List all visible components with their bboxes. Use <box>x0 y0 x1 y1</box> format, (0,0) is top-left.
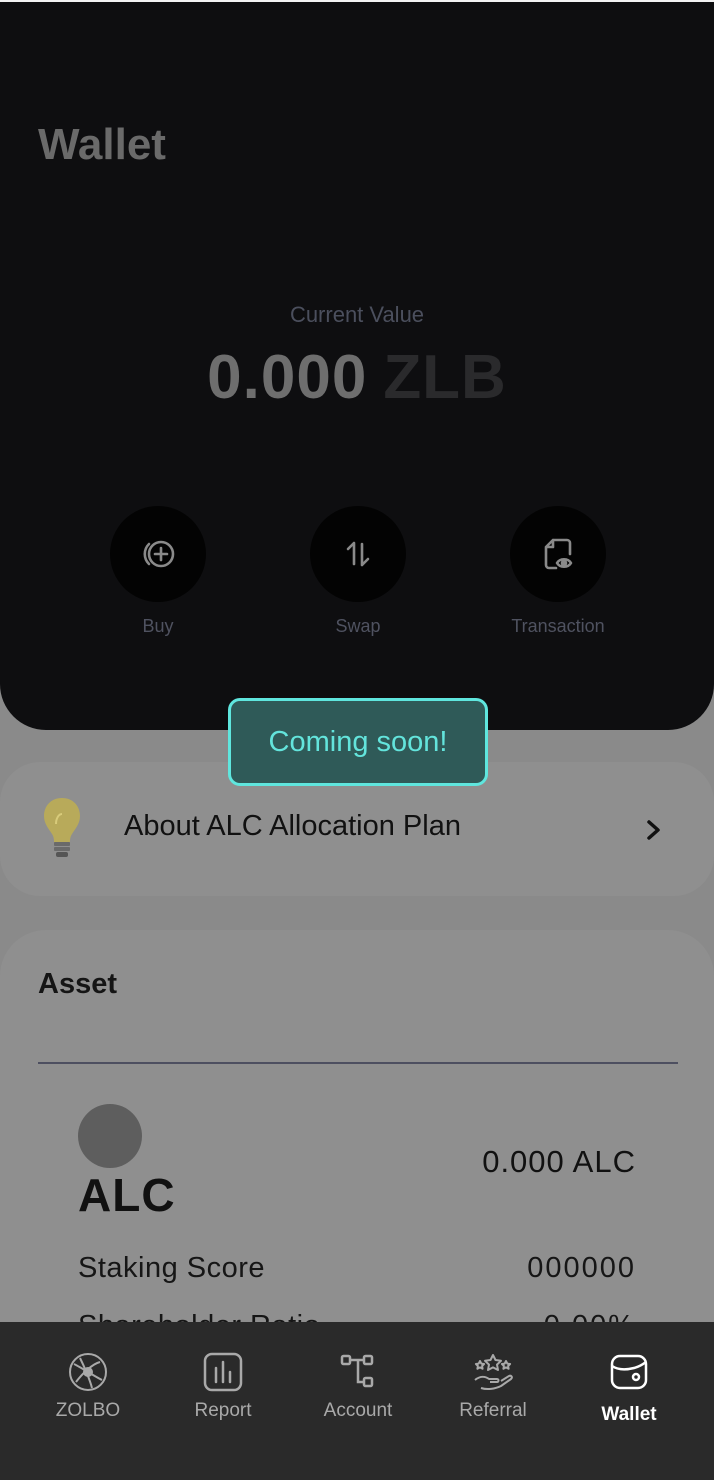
nav-item-report[interactable]: Report <box>163 1352 283 1422</box>
nav-label-wallet: Wallet <box>601 1404 657 1425</box>
coming-soon-toast: Coming soon! <box>228 698 488 786</box>
transaction-eye-icon <box>510 506 606 602</box>
transaction-label: Transaction <box>511 616 605 636</box>
nav-item-account[interactable]: Account <box>298 1352 418 1422</box>
page-title: Wallet <box>38 120 166 169</box>
token-balance: 0.000 ALC <box>482 1144 636 1179</box>
account-tree-icon <box>340 1354 374 1388</box>
wallet-icon <box>610 1354 648 1390</box>
nav-item-referral[interactable]: Referral <box>433 1352 553 1422</box>
swap-arrows-icon <box>310 506 406 602</box>
bar-chart-icon <box>203 1352 243 1392</box>
nav-label-zolbo: ZOLBO <box>55 1400 121 1421</box>
buy-button[interactable]: Buy <box>98 506 218 637</box>
swap-label: Swap <box>335 616 381 636</box>
lightbulb-icon <box>44 798 80 857</box>
staking-score-value: 000000 <box>527 1252 636 1284</box>
nav-label-report: Report <box>194 1400 252 1421</box>
buy-label: Buy <box>142 616 174 636</box>
referral-stars-hand-icon <box>474 1354 513 1391</box>
asset-divider <box>38 1062 678 1064</box>
nav-item-zolbo[interactable]: ZOLBO <box>28 1352 148 1422</box>
about-allocation-plan-text: About ALC Allocation Plan <box>124 810 461 842</box>
token-avatar <box>78 1104 142 1168</box>
current-value: 0.000 ZLB <box>0 342 714 413</box>
nav-label-referral: Referral <box>459 1400 527 1421</box>
nav-label-account: Account <box>323 1400 393 1421</box>
transaction-button[interactable]: Transaction <box>498 506 618 637</box>
nav-item-wallet[interactable]: Wallet <box>569 1352 689 1426</box>
current-value-amount: 0.000 <box>207 343 368 412</box>
buy-plus-coin-icon <box>110 506 206 602</box>
zolbo-globe-icon <box>69 1353 107 1391</box>
chevron-right-icon <box>647 820 660 840</box>
bottom-nav: ZOLBO Report Account Referral Wallet <box>0 1322 714 1480</box>
wallet-header: Wallet Current Value 0.000ZLB Buy Swap <box>0 2 714 730</box>
swap-button[interactable]: Swap <box>298 506 418 637</box>
staking-score-label: Staking Score <box>78 1252 266 1284</box>
token-name: ALC <box>78 1169 176 1221</box>
asset-title: Asset <box>38 968 117 1000</box>
current-value-label: Current Value <box>289 302 425 327</box>
current-value-unit: ZLB <box>383 343 507 412</box>
